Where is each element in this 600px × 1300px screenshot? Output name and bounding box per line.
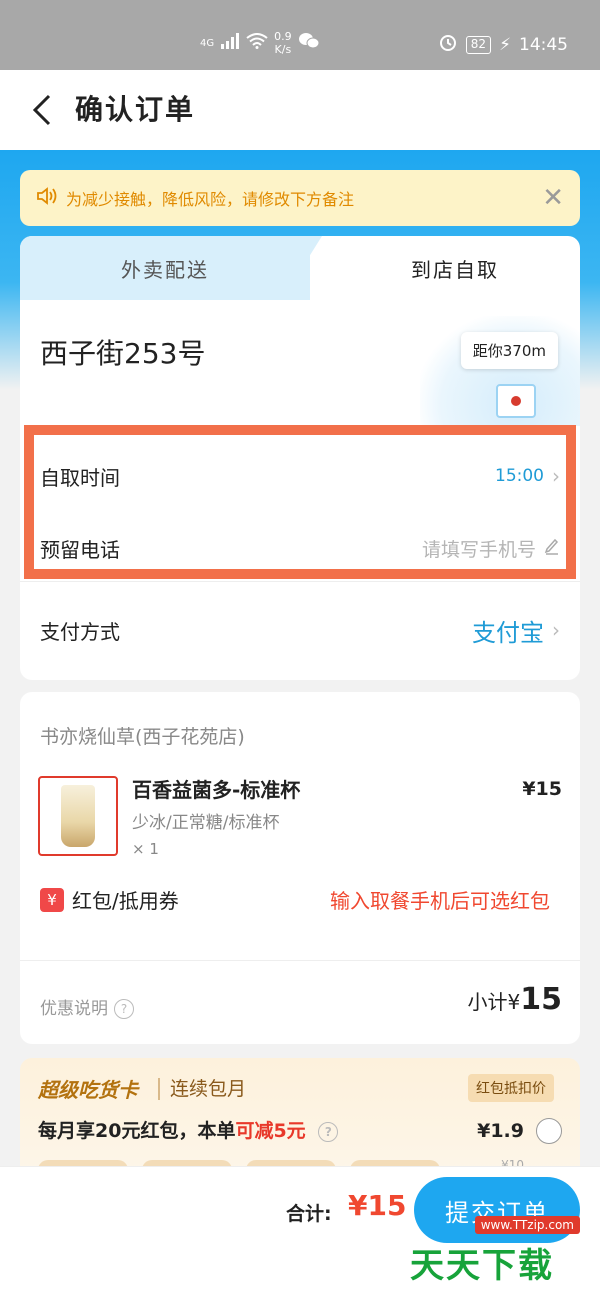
clock: 14:45 <box>519 34 568 55</box>
help-icon[interactable]: ? <box>114 999 134 1019</box>
watermark: www.TTzip.com 天天下载 <box>410 1210 590 1290</box>
order-card: 书亦烧仙草(西子花苑店) 百香益菌多-标准杯 少冰/正常糖/标准杯 × 1 ¥1… <box>20 692 580 1044</box>
product-price: ¥15 <box>522 778 562 800</box>
total-label: 合计: <box>286 1203 332 1225</box>
speaker-icon <box>36 187 58 209</box>
promo-separator <box>158 1078 160 1100</box>
tab-divider <box>282 236 322 300</box>
notice-text: 为减少接触，降低风险，请修改下方备注 <box>66 190 355 209</box>
product-quantity: × 1 <box>132 840 159 858</box>
delivery-tabs: 外卖配送 到店自取 <box>20 236 580 300</box>
promo-select-radio[interactable] <box>536 1118 562 1144</box>
status-bar-right: 82 ⚡ 14:45 <box>438 32 568 57</box>
app-header: 确认订单 <box>0 70 600 150</box>
total-value: ¥15 <box>348 1189 407 1222</box>
product-name: 百香益菌多-标准杯 <box>132 778 301 802</box>
subtotal-value: 15 <box>520 982 562 1017</box>
tab-delivery[interactable]: 外卖配送 <box>20 236 310 300</box>
discount-label: 优惠说明 <box>40 999 108 1019</box>
battery-indicator: 82 <box>465 35 492 54</box>
charging-icon: ⚡ <box>499 34 511 55</box>
status-bar-signals: 4G 0.9 K/s <box>200 30 320 56</box>
shop-name: 书亦烧仙草(西子花苑店) <box>40 726 245 748</box>
store-address: 西子街253号 <box>40 337 206 370</box>
notice-banner: 为减少接触，降低风险，请修改下方备注 ✕ <box>20 170 580 226</box>
product-image <box>38 776 118 856</box>
payment-method: 支付宝 <box>472 618 544 647</box>
status-bar: 4G 0.9 K/s 82 ⚡ 14:45 <box>0 0 600 70</box>
shop-logo-dot <box>511 396 521 406</box>
shop-icon <box>496 384 536 418</box>
watermark-text: 天天下载 <box>410 1246 554 1286</box>
promo-price: ¥1.9 <box>477 1120 524 1142</box>
network-type: 4G <box>200 37 215 49</box>
payment-label: 支付方式 <box>40 619 120 644</box>
chevron-right-icon: › <box>552 618 560 642</box>
back-arrow-icon[interactable] <box>22 90 62 130</box>
subtotal: 小计¥15 <box>468 982 562 1017</box>
signal-icon <box>220 33 240 53</box>
close-icon[interactable]: ✕ <box>542 184 564 212</box>
page-title: 确认订单 <box>75 93 196 126</box>
drink-cup-icon <box>61 785 95 847</box>
promo-line-highlight: 可减5元 <box>235 1120 306 1142</box>
promo-subtitle: 连续包月 <box>170 1078 247 1100</box>
wechat-icon <box>298 32 320 54</box>
product-spec: 少冰/正常糖/标准杯 <box>132 813 280 833</box>
promo-line-prefix: 每月享20元红包，本单 <box>38 1120 236 1142</box>
alarm-icon <box>438 32 458 57</box>
help-icon[interactable]: ? <box>318 1121 339 1142</box>
wifi-icon <box>246 33 268 53</box>
network-speed: 0.9 K/s <box>274 30 292 56</box>
discount-info[interactable]: 优惠说明? <box>40 994 134 1019</box>
watermark-url: www.TTzip.com <box>474 1216 580 1234</box>
payment-row[interactable]: 支付方式 支付宝 › <box>20 608 580 652</box>
payment-value-group: 支付宝 › <box>472 613 560 648</box>
promo-description: 每月享20元红包，本单可减5元 ? <box>38 1116 339 1143</box>
speed-unit: K/s <box>274 43 292 56</box>
tab-pickup[interactable]: 到店自取 <box>330 236 580 300</box>
promo-tag: 红包抵扣价 <box>468 1074 554 1102</box>
coupon-label[interactable]: 红包/抵用券 <box>72 885 179 914</box>
highlight-annotation-box <box>24 425 576 579</box>
speed-value: 0.9 <box>274 30 292 43</box>
coupon-icon: ¥ <box>40 888 64 912</box>
distance-label: 距你370m <box>460 332 558 369</box>
divider <box>20 960 580 961</box>
subtotal-label: 小计¥ <box>467 990 521 1014</box>
promo-brand: 超级吃货卡 <box>38 1078 138 1102</box>
coupon-hint[interactable]: 输入取餐手机后可选红包 <box>330 885 550 914</box>
divider <box>20 581 580 582</box>
